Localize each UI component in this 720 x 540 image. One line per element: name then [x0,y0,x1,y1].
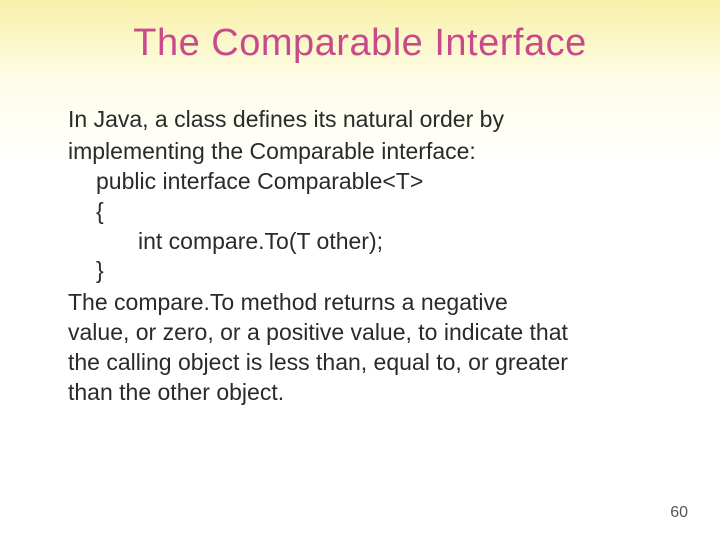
code-line-3: int compare.To(T other); [68,227,652,257]
code-line-1: public interface Comparable<T> [68,167,652,197]
slide-body: In Java, a class defines its natural ord… [0,105,720,408]
outro-line-4: than the other object. [68,378,652,408]
outro-line-1: The compare.To method returns a negative [68,288,652,318]
page-number: 60 [670,504,688,522]
outro-line-3: the calling object is less than, equal t… [68,348,652,378]
code-line-2: { [68,197,652,227]
intro-line-2: implementing the Comparable interface: [68,137,652,167]
outro-line-2: value, or zero, or a positive value, to … [68,318,652,348]
slide-title: The Comparable Interface [0,0,720,105]
code-line-4: } [68,256,652,286]
intro-line-1: In Java, a class defines its natural ord… [68,105,652,135]
